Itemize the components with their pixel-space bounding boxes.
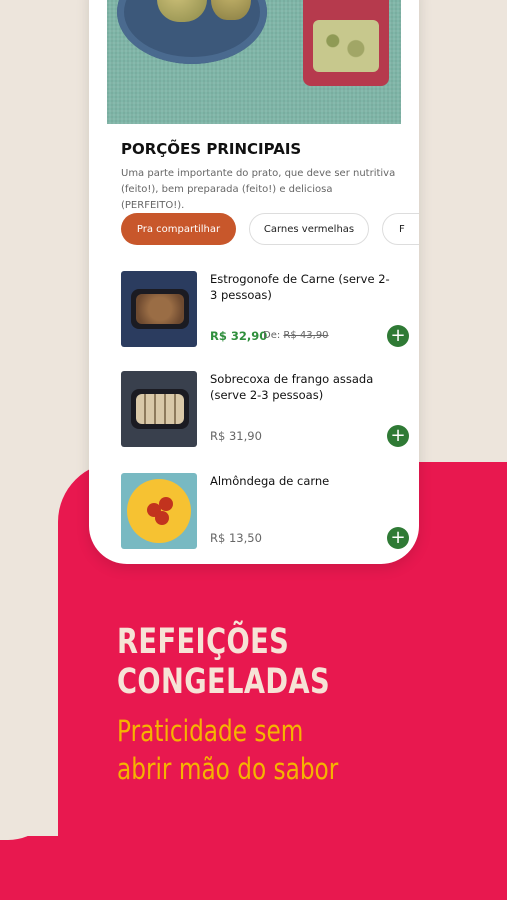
package-window [313,20,379,72]
bowl [127,479,191,543]
old-price-value: R$ 43,90 [283,330,329,341]
product-name: Almôndega de carne [210,474,330,488]
section-title: PORÇÕES PRINCIPAIS [121,140,302,158]
promo-subline: Praticidade sem abrir mão do sabor [117,712,338,788]
product-image [121,271,197,347]
product-item[interactable]: Estrogonofe de Carne (serve 2-3 pessoas)… [121,271,411,353]
headline-line-1: REFEIÇÕES [117,622,290,662]
tray [131,389,189,429]
category-chips: Pra compartilhar Carnes vermelhas F [121,213,419,247]
add-to-cart-button[interactable]: + [387,527,409,549]
product-image [121,371,197,447]
phone-screen: PORÇÕES PRINCIPAIS Uma parte importante … [89,0,419,564]
product-item[interactable]: Sobrecoxa de frango assada (serve 2-3 pe… [121,371,411,453]
product-old-price: De: R$ 43,90 [263,330,329,341]
product-price: R$ 13,50 [210,531,262,545]
chip-pra-compartilhar[interactable]: Pra compartilhar [121,213,236,245]
promo-background-bottom [0,836,80,900]
promo-headline: REFEIÇÕES CONGELADAS [117,622,330,702]
tray-food [136,394,184,424]
chip-next[interactable]: F [382,213,419,245]
hero-image [107,0,401,124]
chip-carnes-vermelhas[interactable]: Carnes vermelhas [249,213,369,245]
product-price: R$ 32,90 [210,329,268,343]
meatball [155,511,169,525]
product-item[interactable]: Almôndega de carne R$ 13,50 + [121,473,411,555]
product-name: Estrogonofe de Carne (serve 2-3 pessoas) [210,272,390,302]
meatball [159,497,173,511]
food-piece [211,0,251,20]
old-price-prefix: De: [263,330,281,341]
headline-line-2: CONGELADAS [117,662,331,702]
product-name: Sobrecoxa de frango assada (serve 2-3 pe… [210,372,374,402]
plate-image [117,0,267,64]
tray-food [136,294,184,324]
tray [131,289,189,329]
package-image [303,0,389,86]
add-to-cart-button[interactable]: + [387,425,409,447]
background-corner [0,780,58,840]
section-description: Uma parte importante do prato, que deve … [121,168,396,211]
subline-line-1: Praticidade sem [117,714,304,748]
product-image [121,473,197,549]
food-piece [157,0,207,22]
product-price: R$ 31,90 [210,429,262,443]
add-to-cart-button[interactable]: + [387,325,409,347]
subline-line-2: abrir mão do sabor [117,752,339,786]
